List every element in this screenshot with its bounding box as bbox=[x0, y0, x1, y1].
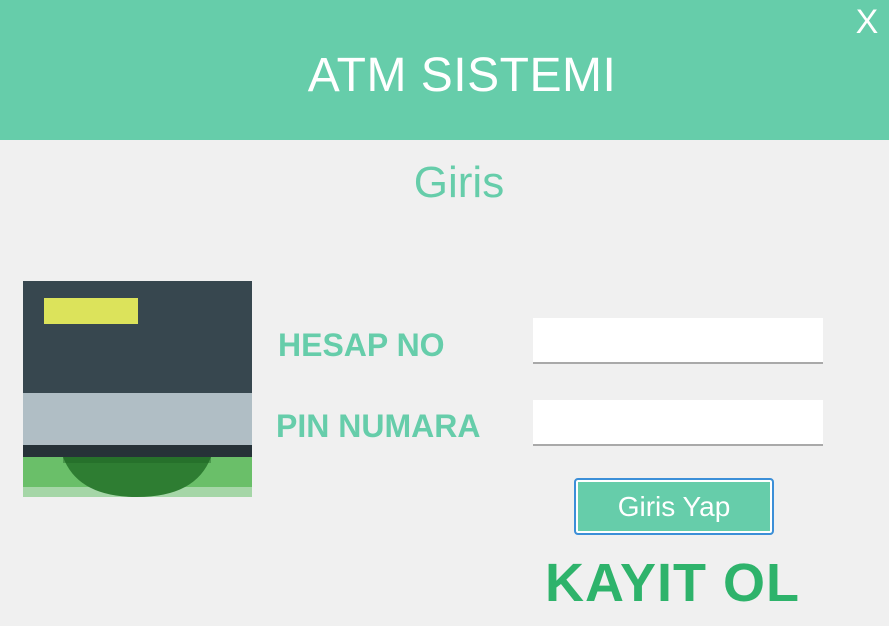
login-heading: Giris bbox=[413, 158, 505, 207]
title-bar: ATM SISTEMI X bbox=[0, 0, 889, 140]
pin-label: PIN NUMARA bbox=[276, 408, 481, 444]
account-number-label: HESAP NO bbox=[278, 327, 445, 363]
close-button[interactable]: X bbox=[851, 0, 883, 44]
register-link[interactable]: KAYIT OL bbox=[545, 552, 800, 614]
account-number-input[interactable] bbox=[533, 318, 823, 364]
app-title: ATM SISTEMI bbox=[307, 49, 617, 102]
login-button[interactable]: Giris Yap bbox=[574, 478, 774, 535]
pin-input[interactable] bbox=[533, 400, 823, 446]
atm-cash-icon bbox=[23, 281, 252, 497]
